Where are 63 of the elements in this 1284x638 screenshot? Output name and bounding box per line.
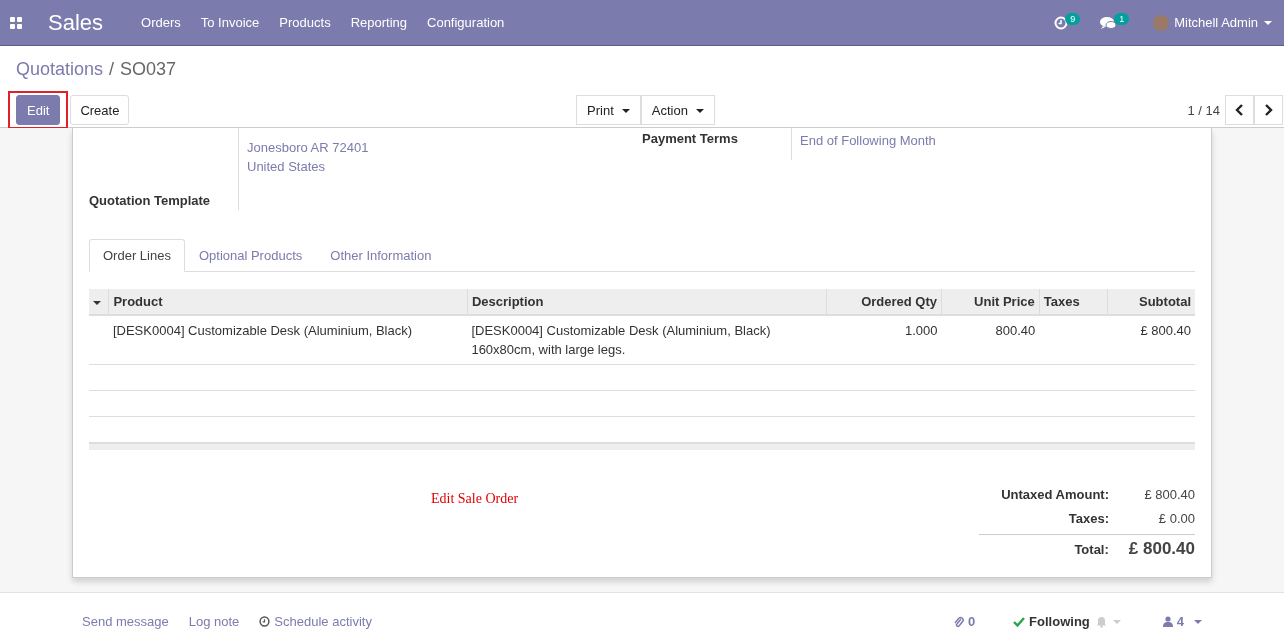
attachments-button[interactable]: 0 bbox=[953, 614, 976, 629]
total-value: £ 0.00 bbox=[1157, 510, 1195, 526]
chevron-right-icon bbox=[1264, 104, 1273, 116]
breadcrumb-link[interactable]: Quotations bbox=[16, 59, 104, 83]
column-header[interactable]: Taxes bbox=[1039, 289, 1108, 315]
activity-count-badge: 9 bbox=[1065, 12, 1081, 25]
app-title: Sales bbox=[48, 9, 104, 36]
caret-icon bbox=[93, 300, 101, 305]
breadcrumb-current: SO037 bbox=[120, 59, 177, 81]
tab[interactable]: Other Information bbox=[316, 239, 446, 272]
create-button[interactable]: Create bbox=[70, 95, 130, 125]
chatter-button[interactable]: Send message bbox=[82, 614, 169, 629]
edit-button[interactable]: Edit bbox=[16, 95, 61, 125]
apps-menu-icon[interactable] bbox=[10, 16, 22, 29]
sort-header[interactable] bbox=[89, 289, 109, 315]
menu-item[interactable]: To Invoice bbox=[200, 15, 260, 30]
followers-button[interactable]: 4 bbox=[1162, 614, 1184, 629]
column-header[interactable]: Unit Price bbox=[941, 289, 1040, 315]
total-label: Taxes: bbox=[1068, 510, 1109, 526]
previous-button[interactable] bbox=[1225, 95, 1254, 125]
table-cell: [DESK0004] Customizable Desk (Aluminium, Black) bbox=[112, 323, 413, 338]
clock-icon[interactable] bbox=[1054, 15, 1069, 30]
column-header[interactable]: Product bbox=[108, 289, 468, 315]
address-line: United States bbox=[247, 158, 327, 176]
column-header[interactable]: Ordered Qty bbox=[826, 289, 942, 315]
action-dropdown[interactable]: Action bbox=[640, 95, 715, 125]
table-cell: 800.40 bbox=[995, 323, 1036, 338]
tab[interactable]: Optional Products bbox=[184, 239, 317, 272]
field-label: Quotation Template bbox=[89, 193, 211, 208]
chat-icon[interactable] bbox=[1100, 15, 1118, 30]
table-cell: £ 800.40 bbox=[1140, 323, 1191, 338]
person-icon bbox=[1162, 616, 1173, 627]
user-menu[interactable]: Mitchell Admin bbox=[1174, 15, 1258, 30]
total-label: Untaxed Amount: bbox=[1001, 486, 1109, 502]
menu-item[interactable]: Configuration bbox=[427, 15, 505, 30]
message-count-badge: 1 bbox=[1114, 12, 1130, 25]
table-cell: 1.000 bbox=[905, 323, 938, 338]
caret-icon[interactable] bbox=[1194, 619, 1202, 624]
breadcrumb-separator: / bbox=[109, 59, 115, 81]
chatter-button[interactable]: Log note bbox=[188, 614, 240, 629]
annotation-text: Edit Sale Order bbox=[431, 491, 519, 506]
next-button[interactable] bbox=[1254, 95, 1283, 125]
total-label: Total: bbox=[1074, 541, 1109, 557]
menu-item[interactable]: Reporting bbox=[350, 15, 407, 30]
column-header[interactable]: Subtotal bbox=[1107, 289, 1195, 315]
chevron-left-icon bbox=[1235, 104, 1244, 116]
table-cell: [DESK0004] Customizable Desk (Aluminium, Black) 160x80cm, with large legs. bbox=[471, 323, 771, 357]
following-button[interactable]: Following bbox=[1013, 614, 1090, 629]
field-label: Payment Terms bbox=[642, 131, 738, 146]
menu-item[interactable]: Products bbox=[279, 15, 331, 30]
pager-counter: 1 / 14 bbox=[1187, 102, 1220, 118]
menu-item[interactable]: Orders bbox=[141, 15, 181, 30]
check-icon bbox=[1013, 616, 1026, 627]
column-header[interactable]: Description bbox=[467, 289, 827, 315]
print-dropdown[interactable]: Print bbox=[576, 95, 641, 125]
clock-icon bbox=[259, 616, 271, 627]
address-line: Jonesboro AR 72401 bbox=[247, 139, 370, 157]
total-value: £ 800.40 bbox=[1143, 486, 1195, 502]
paperclip-icon bbox=[953, 615, 964, 628]
total-value: £ 800.40 bbox=[1128, 539, 1195, 559]
tab[interactable]: Order Lines bbox=[89, 239, 185, 272]
field-value: End of Following Month bbox=[800, 133, 936, 148]
schedule-activity-button[interactable]: Schedule activity bbox=[259, 614, 372, 629]
